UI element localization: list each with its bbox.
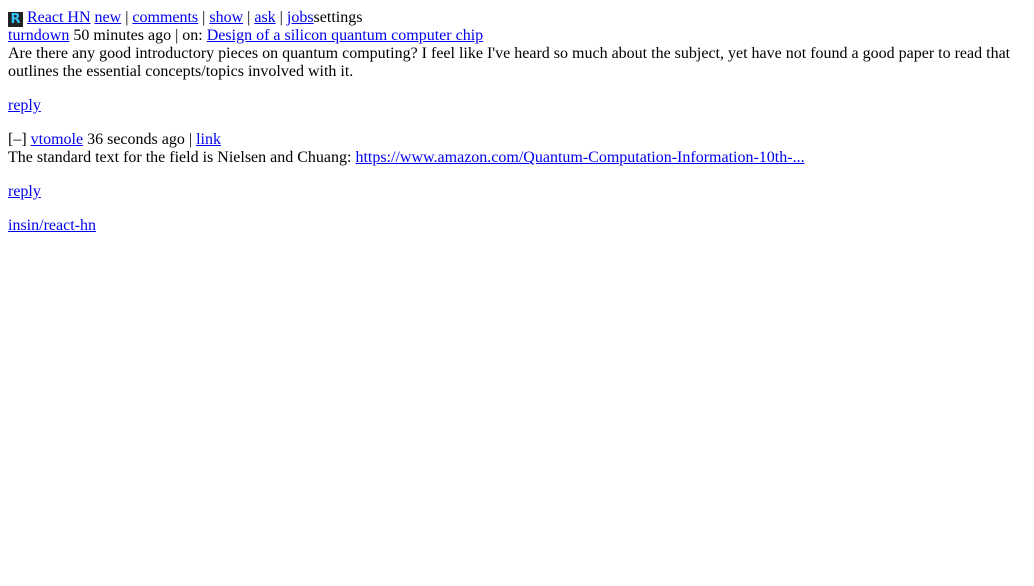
item-meta: turndown 50 minutes ago | on: Design of … [8, 27, 1020, 45]
comment-text-prefix: The standard text for the field is Niels… [8, 149, 356, 166]
item-time: 50 minutes ago [73, 27, 172, 44]
page: R React HN new | comments | show | ask | … [8, 9, 1020, 235]
nav-separator: | [247, 9, 251, 26]
nav-show-link[interactable]: show [209, 9, 243, 26]
item-text: Are there any good introductory pieces o… [8, 45, 1011, 80]
nav-comments-link[interactable]: comments [132, 9, 198, 26]
story-title-link[interactable]: Design of a silicon quantum computer chi… [207, 27, 483, 44]
nav-separator: | [125, 9, 129, 26]
comment-author-link[interactable]: vtomole [31, 131, 83, 148]
react-hn-logo-icon[interactable]: R [8, 12, 23, 27]
comment-time: 36 seconds ago [87, 131, 185, 148]
comment-reply-link[interactable]: reply [8, 183, 41, 200]
footer: insin/react-hn [8, 217, 1020, 235]
comment-permalink[interactable]: link [196, 131, 221, 148]
item-reply-link[interactable]: reply [8, 97, 41, 114]
item-on-prefix: | on: [175, 27, 203, 44]
repo-link[interactable]: insin/react-hn [8, 217, 96, 234]
nav-separator: | [202, 9, 206, 26]
nav-new-link[interactable]: new [95, 9, 122, 26]
brand-link[interactable]: React HN [27, 9, 91, 26]
item-author-link[interactable]: turndown [8, 27, 69, 44]
header: R React HN new | comments | show | ask | … [8, 9, 1020, 27]
nav-ask-link[interactable]: ask [254, 9, 275, 26]
nav-jobs-link[interactable]: jobs [287, 9, 314, 26]
comment-text: The standard text for the field is Niels… [8, 149, 1020, 167]
comment-separator: | [188, 131, 193, 148]
comment-url-link[interactable]: https://www.amazon.com/Quantum-Computati… [355, 149, 804, 166]
comment-collapse-toggle[interactable]: [–] [8, 131, 27, 148]
comment-meta: [–] vtomole 36 seconds ago | link [8, 131, 1020, 149]
nav-separator: | [279, 9, 283, 26]
settings-toggle[interactable]: settings [314, 9, 363, 26]
